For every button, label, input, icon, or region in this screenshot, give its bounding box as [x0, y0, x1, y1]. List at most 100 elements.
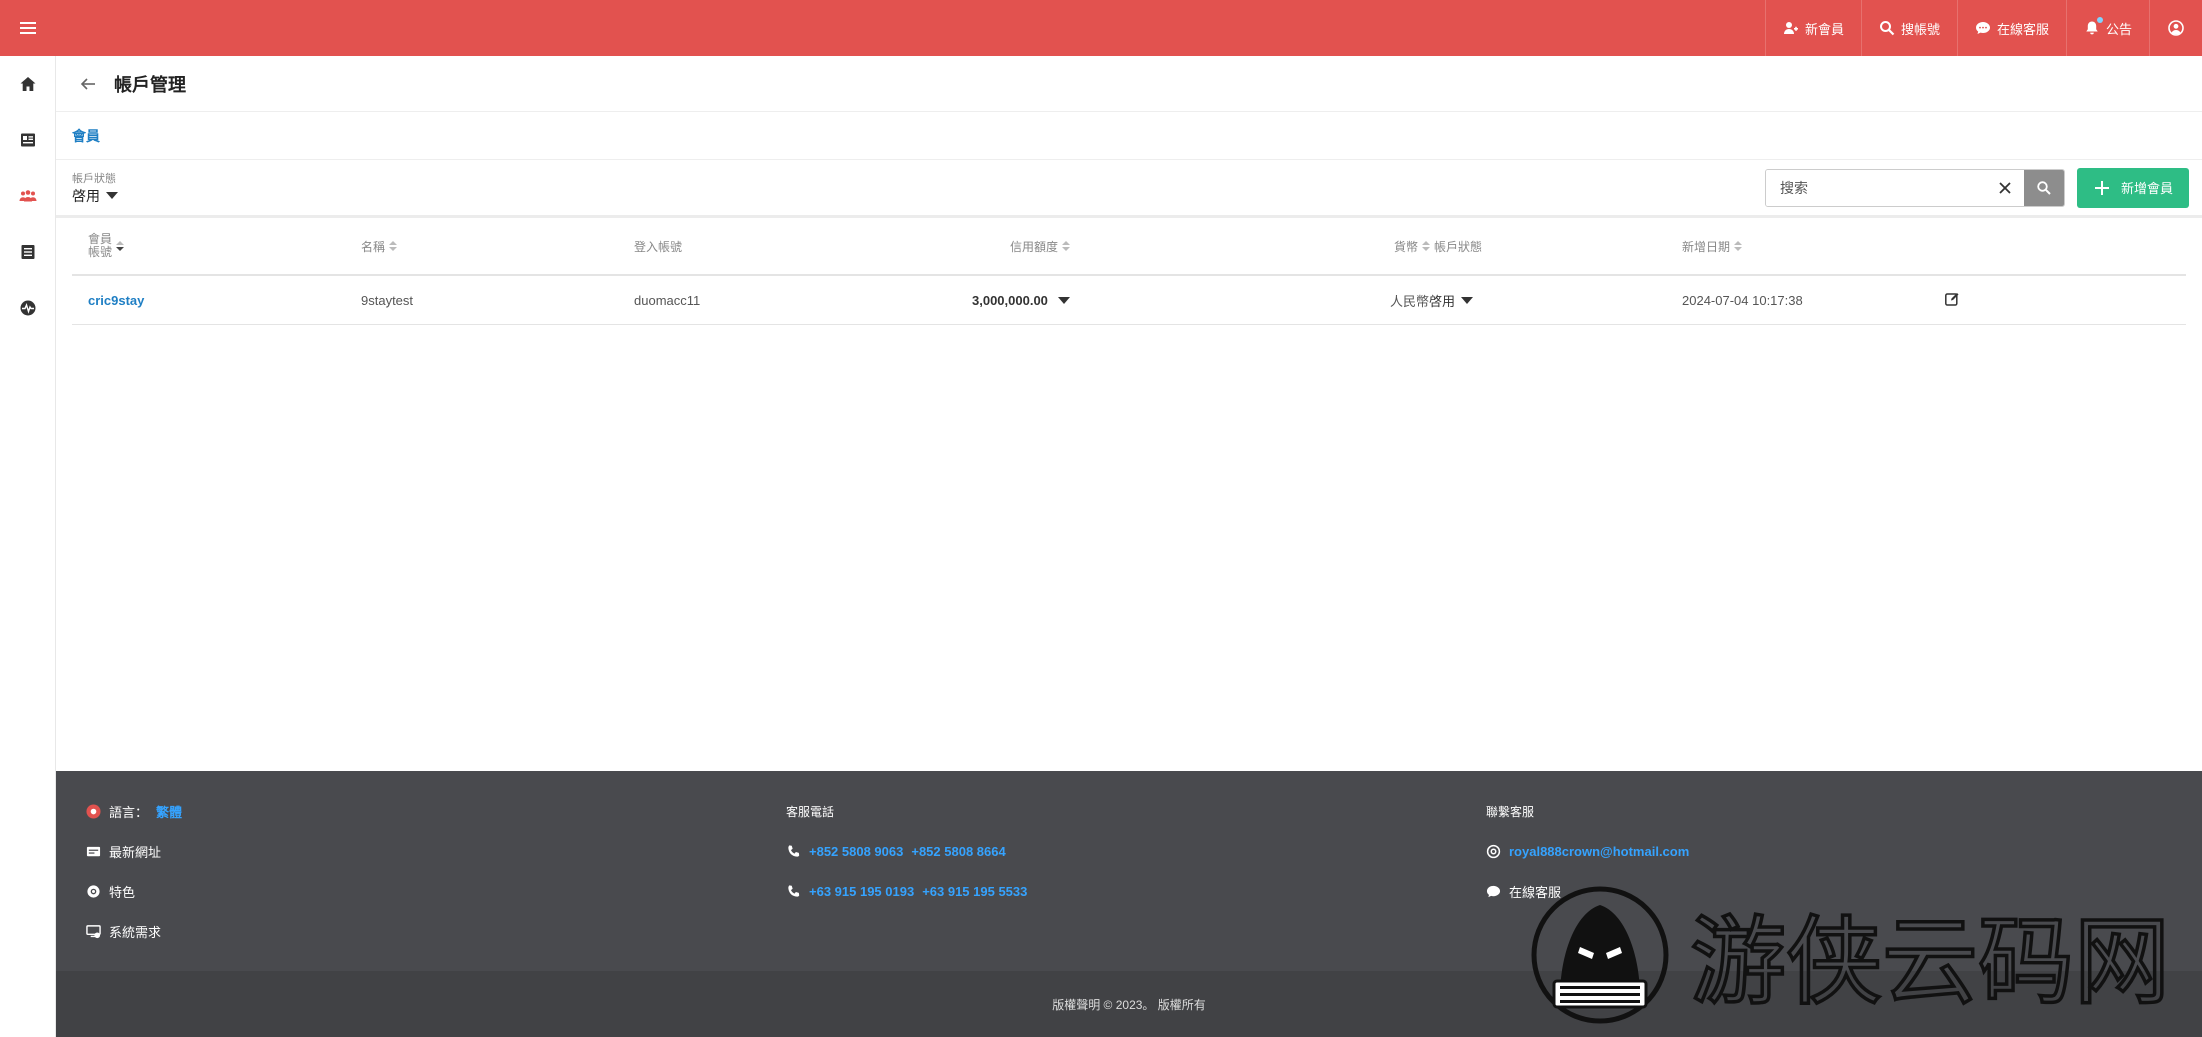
header-created[interactable]: 新增日期 [1682, 238, 1743, 255]
header-created-label: 新增日期 [1682, 239, 1731, 254]
email-row: royal888crown@hotmail.com [1486, 831, 1689, 871]
tab-bar: 會員 [56, 112, 2202, 160]
cell-credit: 3,000,000.00 [972, 276, 1070, 324]
sort-icon [1734, 241, 1743, 251]
sort-icon [389, 241, 398, 251]
cell-actions [1944, 276, 1960, 324]
add-member-button[interactable]: 新增會員 [2076, 167, 2189, 208]
phone-icon [788, 884, 800, 897]
add-member-label: 新增會員 [2120, 181, 2173, 196]
add-user-icon [1783, 22, 1798, 34]
users-icon [19, 190, 37, 202]
phone-row-2: +63 915 195 0193 +63 915 195 5533 [786, 871, 1027, 911]
online-service-label: 在線客服 [1996, 21, 2049, 37]
sidebar-item-records[interactable] [0, 224, 56, 280]
header-account[interactable]: 會員 帳號 [88, 233, 125, 259]
back-button[interactable] [74, 70, 102, 98]
header-name[interactable]: 名稱 [361, 238, 398, 255]
phone-link[interactable]: +852 5808 8664 [911, 844, 1005, 859]
caret-down-icon [1057, 296, 1070, 304]
header-currency[interactable]: 貨幣 帳戶狀態 [1394, 238, 1482, 255]
footer-online-service-link[interactable]: 在線客服 [1486, 871, 1689, 911]
user-circle-icon [2168, 20, 2184, 36]
header-credit[interactable]: 信用額度 [1010, 238, 1071, 255]
account-link[interactable]: cric9stay [88, 293, 144, 308]
requirements-label: 系統需求 [109, 924, 162, 940]
footer: 語言： 繁體 最新網址 特色 系統需求 客服電話 +852 5808 9063 … [56, 771, 2202, 1037]
announcement-button[interactable]: 公告 [2065, 0, 2149, 56]
new-member-label: 新會員 [1804, 21, 1844, 37]
status-filter-dropdown[interactable]: 帳戶狀態 啓用 [72, 170, 118, 206]
phone-link[interactable]: +63 915 195 5533 [922, 884, 1027, 899]
status-filter-selected: 啓用 [72, 187, 100, 204]
copyright-text: 版權聲明 © 2023。 版權所有 [1052, 997, 1206, 1012]
menu-toggle-button[interactable] [0, 0, 56, 56]
plus-icon [2094, 180, 2109, 195]
requirements-link[interactable]: 系統需求 [86, 911, 182, 951]
user-menu-button[interactable] [2149, 0, 2202, 56]
sidebar-item-accounts[interactable] [0, 168, 56, 224]
sidebar-item-reports[interactable] [0, 112, 56, 168]
credit-value: 3,000,000.00 [972, 292, 1048, 308]
hk-flag-icon [86, 803, 101, 819]
footer-col-contact: 聯繫客服 royal888crown@hotmail.com 在線客服 [1486, 791, 1689, 911]
email-link[interactable]: royal888crown@hotmail.com [1509, 844, 1689, 859]
cell-name: 9staytest [361, 292, 414, 308]
features-link[interactable]: 特色 [86, 871, 182, 911]
cell-currency-status: 人民幣 啓用 [1390, 276, 1474, 324]
footer-col-phones: 客服電話 +852 5808 9063 +852 5808 8664 +63 9… [786, 791, 1027, 911]
top-nav: 新會員 搜帳號 在線客服 公告 [1764, 0, 2202, 56]
latest-url-link[interactable]: 最新網址 [86, 831, 182, 871]
cell-account: cric9stay [88, 276, 144, 324]
search-account-label: 搜帳號 [1900, 21, 1940, 37]
sort-icon [1062, 241, 1071, 251]
status-dropdown[interactable]: 啓用 [1429, 291, 1474, 310]
id-card-icon [21, 133, 35, 147]
status-value: 啓用 [1429, 293, 1456, 309]
online-service-button[interactable]: 在線客服 [1956, 0, 2066, 56]
gear-icon [87, 884, 100, 898]
clear-search-button[interactable] [1985, 169, 2024, 206]
phone-link[interactable]: +63 915 195 0193 [809, 884, 914, 899]
phone-row-1: +852 5808 9063 +852 5808 8664 [786, 831, 1027, 871]
sidebar-item-activity[interactable] [0, 280, 56, 336]
search-input[interactable] [1765, 169, 1986, 206]
footer-columns: 語言： 繁體 最新網址 特色 系統需求 客服電話 +852 5808 9063 … [56, 771, 2202, 971]
edit-button[interactable] [1944, 291, 1960, 310]
sort-icon [1422, 241, 1431, 251]
home-icon [20, 77, 36, 91]
list-icon [21, 245, 35, 259]
tab-members[interactable]: 會員 [72, 126, 100, 146]
hamburger-icon [20, 22, 36, 34]
phone-icon [788, 844, 800, 857]
header-credit-label: 信用額度 [1010, 239, 1059, 254]
header-login: 登入帳號 [634, 238, 682, 255]
close-icon [1999, 181, 2011, 194]
edit-icon [1945, 292, 1959, 306]
contact-heading: 聯繫客服 [1486, 804, 1535, 819]
language-value[interactable]: 繁體 [156, 802, 182, 821]
search-icon [1879, 21, 1895, 36]
at-icon [1486, 844, 1501, 858]
caret-down-icon [106, 192, 118, 199]
top-bar: 新會員 搜帳號 在線客服 公告 [0, 0, 2202, 56]
cell-login: duomacc11 [634, 292, 701, 308]
credit-dropdown[interactable]: 3,000,000.00 [972, 293, 1070, 308]
header-currency-label: 貨幣 [1394, 239, 1419, 254]
footer-col-info: 語言： 繁體 最新網址 特色 系統需求 [86, 791, 182, 951]
search-account-button[interactable]: 搜帳號 [1860, 0, 1957, 56]
table-row: cric9stay 9staytest duomacc11 3,000,000.… [72, 276, 2186, 325]
status-filter-value: 啓用 [72, 186, 118, 206]
phone-link[interactable]: +852 5808 9063 [809, 844, 903, 859]
header-account-label: 會員 帳號 [88, 233, 112, 259]
language-selector[interactable]: 語言： 繁體 [86, 791, 182, 831]
language-label: 語言： [109, 804, 149, 820]
chat-icon [1975, 22, 1990, 34]
search-button[interactable] [2023, 169, 2064, 206]
header-status-label: 帳戶狀態 [1434, 239, 1483, 254]
new-member-button[interactable]: 新會員 [1764, 0, 1861, 56]
currency-value: 人民幣 [1390, 293, 1430, 309]
announcement-label: 公告 [2105, 21, 2132, 37]
sidebar-item-home[interactable] [0, 56, 56, 112]
sidebar [0, 56, 56, 1037]
